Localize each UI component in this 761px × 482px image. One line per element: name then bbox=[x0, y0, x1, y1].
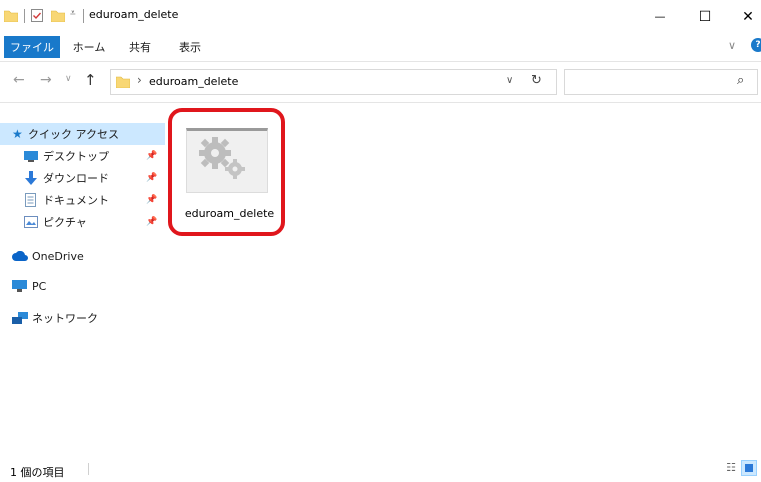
download-icon bbox=[25, 171, 37, 185]
star-icon: ★ bbox=[12, 127, 23, 141]
file-item[interactable]: eduroam_delete bbox=[168, 108, 286, 236]
desktop-icon bbox=[24, 151, 38, 162]
nav-item-label: クイック アクセス bbox=[28, 128, 119, 141]
help-icon[interactable]: ? bbox=[751, 38, 761, 52]
nav-item-pc[interactable]: PC bbox=[0, 275, 165, 297]
tab-file[interactable]: ファイル bbox=[4, 36, 60, 58]
folder-icon bbox=[4, 10, 18, 22]
document-icon bbox=[25, 193, 36, 207]
pin-icon: 📌 bbox=[146, 151, 158, 161]
recent-locations-button[interactable]: ∨ bbox=[65, 74, 72, 84]
pin-icon: 📌 bbox=[146, 195, 158, 205]
separator bbox=[83, 9, 84, 23]
nav-item-label: ダウンロード bbox=[43, 172, 109, 185]
nav-item-label: ネットワーク bbox=[32, 312, 98, 325]
back-button[interactable]: ← bbox=[13, 72, 25, 88]
nav-item-desktop[interactable]: デスクトップ 📌 bbox=[0, 145, 165, 167]
pc-icon bbox=[12, 280, 27, 292]
navigation-pane: ★ クイック アクセス デスクトップ 📌 ダウンロード 📌 ドキュメント 📌 ピ… bbox=[0, 103, 165, 453]
search-input[interactable]: ⌕ bbox=[564, 69, 758, 95]
expand-ribbon-icon[interactable]: ∨ bbox=[728, 39, 736, 52]
nav-item-downloads[interactable]: ダウンロード 📌 bbox=[0, 167, 165, 189]
nav-item-onedrive[interactable]: OneDrive bbox=[0, 245, 165, 267]
new-folder-icon[interactable] bbox=[51, 9, 65, 22]
pictures-icon bbox=[24, 216, 38, 228]
up-button[interactable]: ↑ bbox=[84, 71, 97, 89]
tab-share[interactable]: 共有 bbox=[123, 36, 157, 58]
item-count: 1 個の項目 bbox=[10, 466, 65, 479]
ribbon-tabs: ファイル ホーム 共有 表示 ∨ ? bbox=[0, 33, 761, 62]
large-icons-view-icon[interactable] bbox=[741, 460, 757, 476]
customize-qat-icon[interactable]: ⩡ bbox=[70, 8, 76, 19]
status-bar: 1 個の項目 ☷ bbox=[0, 455, 761, 482]
breadcrumb-separator: › bbox=[137, 73, 142, 87]
file-list: eduroam_delete bbox=[165, 103, 761, 453]
search-icon[interactable]: ⌕ bbox=[737, 73, 744, 88]
nav-item-label: デスクトップ bbox=[43, 150, 109, 163]
nav-item-pictures[interactable]: ピクチャ 📌 bbox=[0, 211, 165, 233]
pin-icon: 📌 bbox=[146, 217, 158, 227]
window-title: eduroam_delete bbox=[89, 8, 179, 21]
details-view-icon[interactable]: ☷ bbox=[724, 461, 738, 475]
onedrive-icon bbox=[12, 251, 28, 261]
separator bbox=[88, 463, 89, 475]
address-row: ← → ∨ ↑ › eduroam_delete ∨ ↻ ⌕ bbox=[0, 62, 761, 103]
title-bar: ⩡ eduroam_delete — ☐ ✕ bbox=[0, 0, 761, 33]
nav-item-documents[interactable]: ドキュメント 📌 bbox=[0, 189, 165, 211]
separator bbox=[24, 9, 25, 23]
nav-item-network[interactable]: ネットワーク bbox=[0, 307, 165, 329]
minimize-button[interactable]: — bbox=[637, 0, 683, 33]
tab-view[interactable]: 表示 bbox=[173, 36, 207, 58]
nav-item-quick-access[interactable]: ★ クイック アクセス bbox=[0, 123, 165, 145]
folder-icon bbox=[116, 76, 130, 88]
tab-home[interactable]: ホーム bbox=[70, 36, 108, 58]
pin-icon: 📌 bbox=[146, 173, 158, 183]
maximize-button[interactable]: ☐ bbox=[682, 0, 728, 33]
forward-button[interactable]: → bbox=[40, 72, 52, 88]
network-icon bbox=[12, 312, 28, 324]
gears-icon bbox=[199, 137, 245, 179]
breadcrumb-item[interactable]: eduroam_delete bbox=[149, 75, 238, 88]
address-bar[interactable]: › eduroam_delete ∨ ↻ bbox=[110, 69, 557, 95]
address-dropdown-icon[interactable]: ∨ bbox=[506, 75, 513, 86]
nav-item-label: ドキュメント bbox=[43, 194, 109, 207]
refresh-icon[interactable]: ↻ bbox=[531, 73, 542, 88]
file-name: eduroam_delete bbox=[184, 207, 275, 220]
nav-item-label: OneDrive bbox=[32, 249, 84, 263]
nav-item-label: PC bbox=[32, 279, 47, 293]
close-button[interactable]: ✕ bbox=[725, 0, 761, 33]
properties-icon[interactable] bbox=[31, 9, 44, 23]
nav-item-label: ピクチャ bbox=[43, 216, 87, 229]
application-gears-icon bbox=[186, 128, 268, 193]
